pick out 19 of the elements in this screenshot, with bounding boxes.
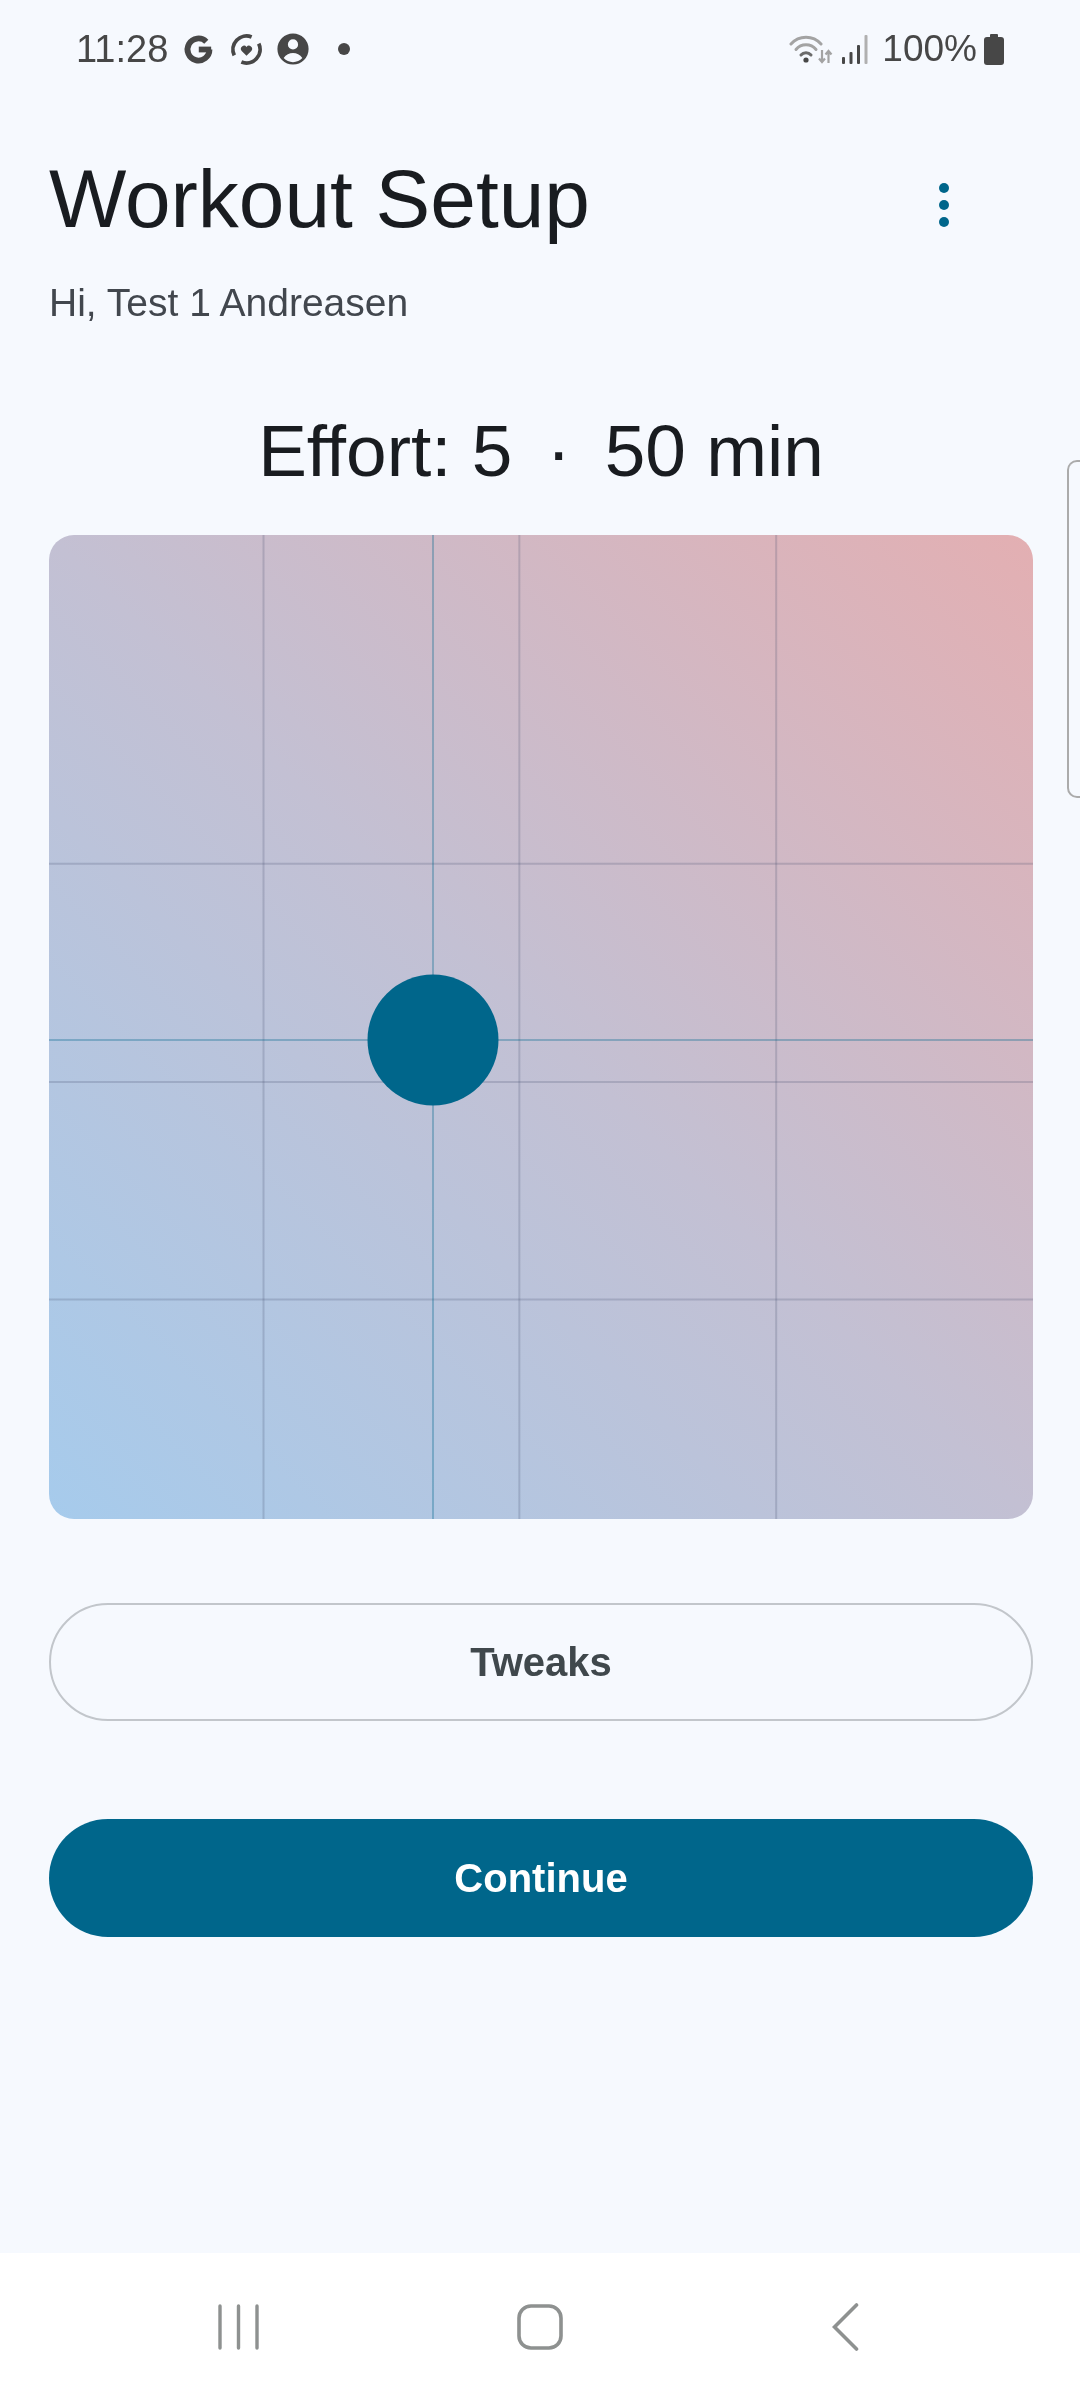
signal-icon: [840, 34, 870, 64]
battery-percentage: 100%: [882, 27, 977, 71]
status-time: 11:28: [76, 27, 169, 71]
screen-title: Workout Setup: [49, 152, 590, 246]
effort-text: Effort: 5: [258, 409, 513, 493]
back-icon[interactable]: [831, 2302, 859, 2351]
home-icon[interactable]: [517, 2303, 563, 2350]
separator-text: ·: [546, 409, 571, 493]
duration-text: 50 min: [604, 409, 824, 493]
more-options-icon[interactable]: [938, 183, 950, 227]
heart-ring-icon: [229, 31, 265, 67]
greeting-text: Hi, Test 1 Andreasen: [49, 280, 410, 326]
notification-dot-icon: [338, 43, 351, 55]
edge-panel-handle[interactable]: [1067, 460, 1080, 798]
recent-apps-icon[interactable]: [217, 2303, 259, 2350]
primary-button[interactable]: Continue: [49, 1819, 1033, 1937]
secondary-button[interactable]: Tweaks: [49, 1603, 1033, 1721]
wifi-icon: [789, 34, 834, 64]
battery-icon: [983, 33, 1005, 65]
